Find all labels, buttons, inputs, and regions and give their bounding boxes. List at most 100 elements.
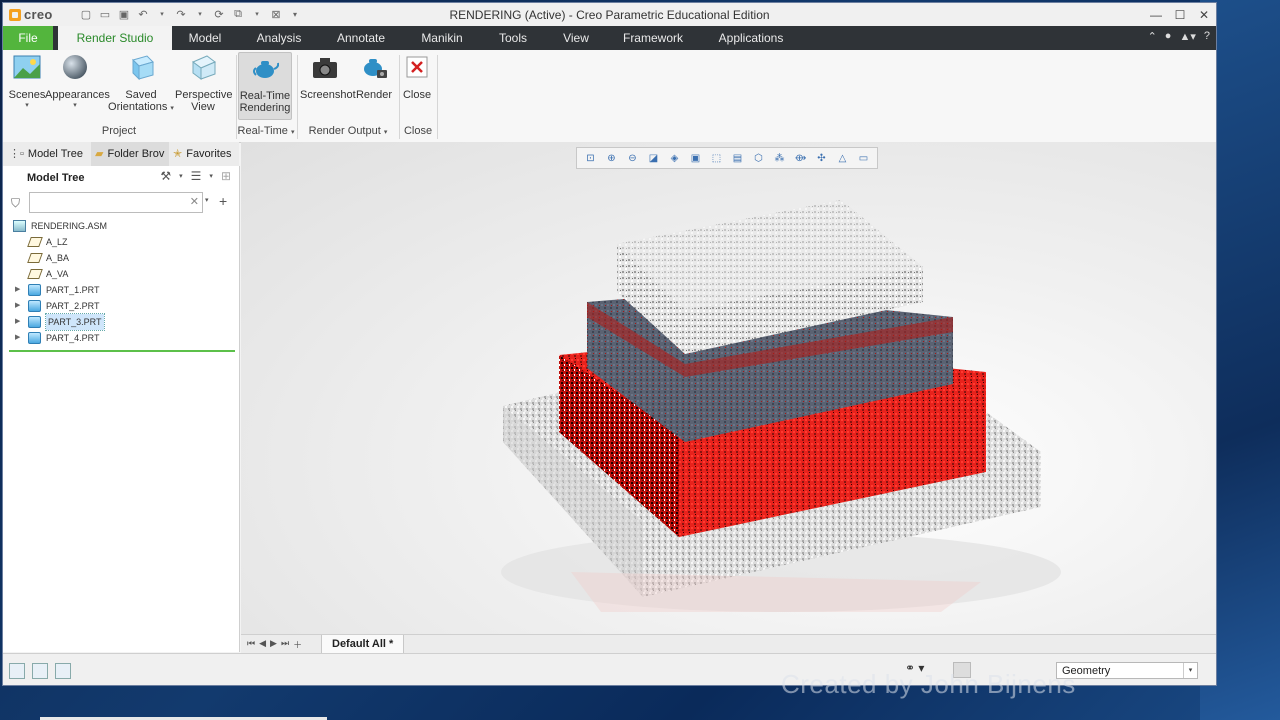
expand-arrow-icon[interactable]: ▶ [15,282,23,298]
model-tree-heading: Model Tree [27,172,85,184]
datum-axis-icon [27,269,43,279]
appearances-button[interactable]: Appearances ▾ [45,54,110,109]
spin-center-icon[interactable]: ✣ [815,151,829,165]
tab-folder-browser[interactable]: ▰ Folder Brov [91,142,169,166]
screenshot-button[interactable]: Screenshot [300,54,356,101]
tree-item-part-2[interactable]: ▶ PART_2.PRT [15,298,100,314]
folder-icon: ▰ [95,148,104,160]
assembly-icon [13,220,26,232]
tab-navigation: ⏮ ◀ ▶ ⏭ ＋ [247,638,302,651]
tab-annotate[interactable]: Annotate [325,26,397,50]
datum-display-icon[interactable]: ⁂ [773,151,787,165]
close-label: Close [402,89,432,101]
perspective-icon[interactable]: ⬡ [752,151,766,165]
group-label-realtime[interactable]: Real-Time ▾ [236,125,296,137]
perspective-label-1: Perspective [175,89,233,101]
view-toolbar: ⊡ ⊕ ⊖ ◪ ◈ ▣ ⬚ ▤ ⬡ ⁂ ⟴ ✣ △ ▭ [576,147,878,169]
minimize-icon[interactable]: — [1144,3,1168,26]
new-tab-icon[interactable]: ＋ [293,638,302,651]
tree-show-dropdown-icon[interactable]: ▾ [209,172,213,180]
add-icon[interactable]: + [219,193,227,209]
title-bar: creo ▢ ▭ ▣ ↶ ▾ ↷ ▾ ⟳ ⧉ ▾ ⊠ ▾ RENDERING (… [3,3,1216,27]
tree-item-part-3[interactable]: ▶ PART_3.PRT [15,313,105,331]
render-button[interactable]: Render [353,54,395,101]
tree-item-a-lz[interactable]: A_LZ [27,234,68,250]
tab-manikin[interactable]: Manikin [411,26,473,50]
tree-columns-icon[interactable]: ⊞ [221,169,231,183]
tree-item-a-ba[interactable]: A_BA [27,250,69,266]
tree-settings-dropdown-icon[interactable]: ▾ [179,172,183,180]
full-screen-icon[interactable] [55,663,71,679]
prev-tab-icon[interactable]: ◀ [259,638,266,651]
expand-arrow-icon[interactable]: ▶ [15,314,23,330]
realtime-label-1: Real-Time [239,90,291,102]
search-input[interactable]: ✕ [29,192,203,213]
tab-render-studio[interactable]: Render Studio [58,26,172,50]
tree-item-part-4[interactable]: ▶ PART_4.PRT [15,330,100,346]
tab-favorites[interactable]: ✭ Favorites [173,142,231,166]
learning-icon[interactable]: ▲▾ [1179,30,1195,43]
last-tab-icon[interactable]: ⏭ [281,638,289,651]
tree-item-part-1[interactable]: ▶ PART_1.PRT [15,282,100,298]
close-icon[interactable]: ✕ [1192,3,1216,26]
tab-model-tree[interactable]: ⋮▫ Model Tree [9,142,83,166]
more-view-tools-icon[interactable]: ▭ [857,151,871,165]
tab-framework[interactable]: Framework [615,26,691,50]
filter-icon[interactable]: ⛉ [11,196,20,211]
tree-settings-icon[interactable]: ⚒ [160,169,171,183]
next-tab-icon[interactable]: ▶ [270,638,277,651]
tab-analysis[interactable]: Analysis [245,26,313,50]
insert-here-indicator[interactable] [9,350,235,352]
named-views-icon[interactable]: △ [836,151,850,165]
zoom-in-icon[interactable]: ⊕ [605,151,619,165]
render-style-icon[interactable]: ◈ [668,151,682,165]
teapot-icon [253,61,280,78]
clear-search-icon[interactable]: ✕ [190,195,199,208]
tree-item-a-va[interactable]: A_VA [27,266,68,282]
window-tab-default-all[interactable]: Default All * [321,635,405,654]
saved-orientations-icon[interactable]: ⬚ [710,151,724,165]
close-render-studio-button[interactable]: Close [400,54,434,101]
graphics-area[interactable]: ⊡ ⊕ ⊖ ◪ ◈ ▣ ⬚ ▤ ⬡ ⁂ ⟴ ✣ △ ▭ [241,142,1216,634]
selection-filter-dropdown[interactable]: Geometry ▾ [1056,662,1198,679]
tab-tools[interactable]: Tools [489,26,537,50]
annotation-display-icon[interactable]: ⟴ [794,151,808,165]
tab-view[interactable]: View [555,26,597,50]
help-icon[interactable]: ? [1204,30,1210,43]
refit-icon[interactable]: ⊡ [584,151,598,165]
real-time-rendering-button[interactable]: Real-Time Rendering [238,52,292,120]
tab-model[interactable]: Model [175,26,235,50]
repaint-icon[interactable]: ◪ [647,151,661,165]
model-tree-tab-icon: ⋮▫ [9,148,24,160]
toggle-navigator-icon[interactable] [9,663,25,679]
appearances-dropdown-icon: ▾ [73,102,77,109]
scenes-icon [13,55,41,79]
tab-applications[interactable]: Applications [709,26,793,50]
scenes-button[interactable]: Scenes ▾ [7,54,47,109]
display-style-icon[interactable]: ▣ [689,151,703,165]
group-label-render-output[interactable]: Render Output ▾ [298,125,398,137]
perspective-view-button[interactable]: Perspective View [175,54,233,113]
scenes-dropdown-icon: ▾ [25,102,29,109]
tree-root-assembly[interactable]: RENDERING.ASM [13,218,107,234]
expand-arrow-icon[interactable]: ▶ [15,298,23,314]
part-icon [28,332,41,344]
camera-icon [313,58,337,78]
tab-file[interactable]: File [3,26,53,50]
selected-item-label: PART_3.PRT [45,313,105,331]
expand-arrow-icon[interactable]: ▶ [15,330,23,346]
toggle-browser-icon[interactable] [32,663,48,679]
datum-axis-icon [27,237,43,247]
window-controls: — ☐ ✕ [1144,3,1216,26]
saved-orientations-label-2: Orientations ▾ [108,101,174,113]
minimize-ribbon-icon[interactable]: ⌃ [1148,30,1157,43]
tree-show-icon[interactable]: ☰ [191,169,202,183]
maximize-icon[interactable]: ☐ [1168,3,1192,26]
search-dropdown-icon[interactable]: ▾ [205,196,209,204]
first-tab-icon[interactable]: ⏮ [247,638,255,651]
view-manager-icon[interactable]: ▤ [731,151,745,165]
saved-orientations-button[interactable]: Saved Orientations ▾ [107,54,175,113]
saved-orientations-label-1: Saved [125,89,157,101]
notification-icon[interactable]: ● [1165,30,1172,43]
zoom-out-icon[interactable]: ⊖ [626,151,640,165]
